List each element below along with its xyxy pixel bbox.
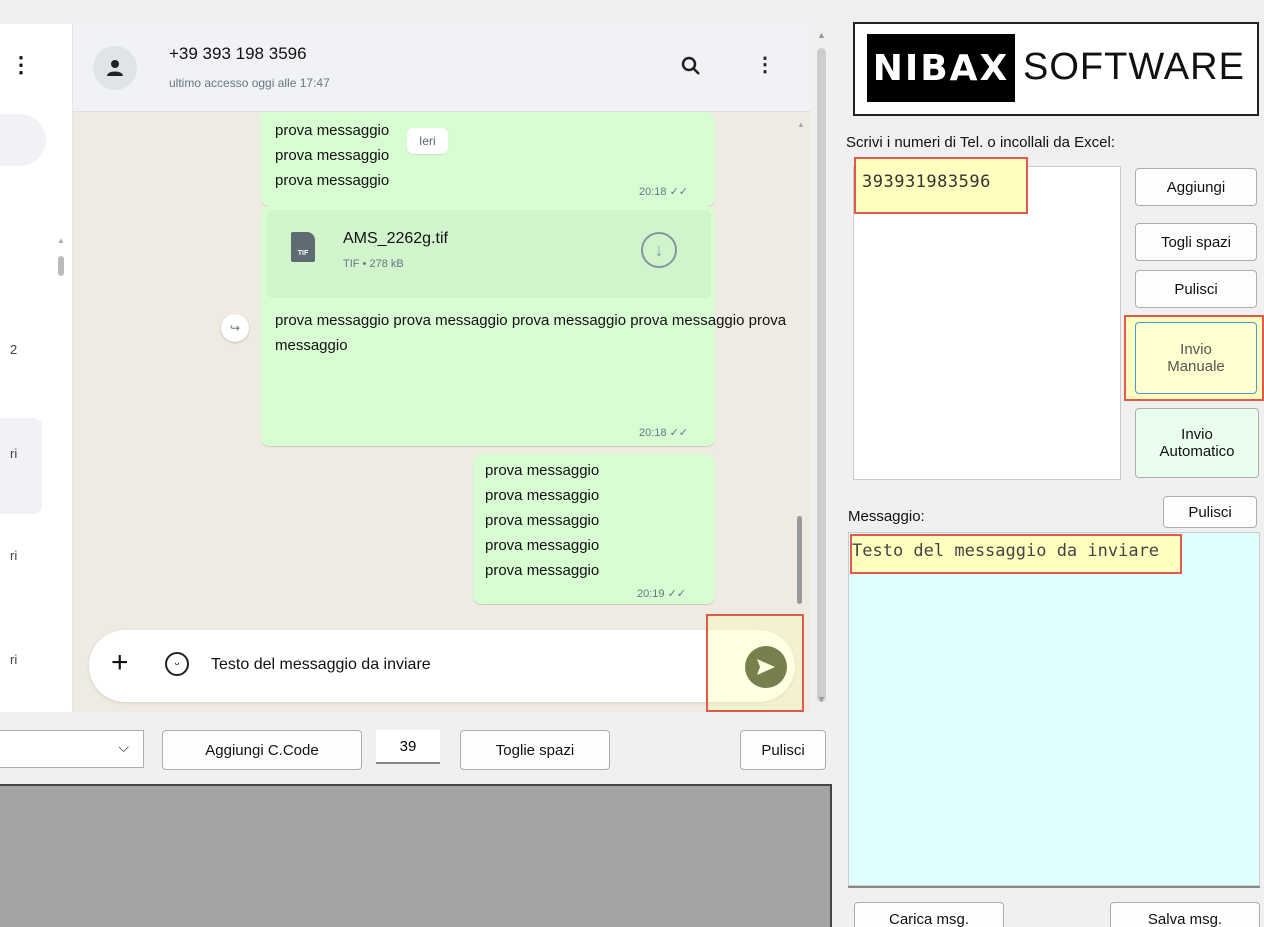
divider xyxy=(848,886,1260,888)
add-button[interactable]: Aggiungi xyxy=(1135,168,1257,206)
country-dropdown[interactable]: ⌵ xyxy=(0,730,144,768)
logo-mark: NIBAX xyxy=(867,34,1015,102)
double-check-icon: ✓✓ xyxy=(669,186,689,198)
double-check-icon: ✓✓ xyxy=(667,588,687,600)
message-text: prova messaggio xyxy=(485,487,600,504)
clear-numbers-button[interactable]: Pulisci xyxy=(1135,270,1257,308)
log-area xyxy=(0,784,832,927)
chat-list-snippet: ri xyxy=(10,548,18,563)
auto-send-line1: Invio xyxy=(1181,426,1213,443)
message-text: prova messaggio xyxy=(485,537,600,554)
menu-icon[interactable]: ⋮ xyxy=(10,52,32,78)
add-country-code-button[interactable]: Aggiungi C.Code xyxy=(162,730,362,770)
scrollbar-thumb[interactable] xyxy=(817,48,826,702)
remove-spaces-button[interactable]: Togli spazi xyxy=(1135,223,1257,261)
chat-list-snippet: 2 xyxy=(10,342,18,357)
person-icon xyxy=(107,60,123,76)
avatar[interactable] xyxy=(93,46,137,90)
manual-send-line1: Invio xyxy=(1180,341,1212,358)
scroll-down-arrow[interactable]: ▼ xyxy=(817,694,826,704)
message-text: prova messaggio xyxy=(485,512,600,529)
scrollbar-thumb[interactable] xyxy=(797,516,802,604)
numbers-label: Scrivi i numeri di Tel. o incollali da E… xyxy=(846,134,1115,151)
message-text: prova messaggio xyxy=(275,147,390,164)
phone-number-entry[interactable]: 393931983596 xyxy=(862,172,991,192)
message-label: Messaggio: xyxy=(848,508,925,525)
message-bubble[interactable]: prova messaggio prova messaggio prova me… xyxy=(473,454,715,604)
file-name: AMS_2262g.tif xyxy=(343,230,448,247)
clear-message-button[interactable]: Pulisci xyxy=(1163,496,1257,528)
scroll-up-arrow[interactable]: ▲ xyxy=(57,236,65,245)
auto-send-line2: Automatico xyxy=(1159,443,1235,460)
chevron-down-icon: ⌵ xyxy=(118,739,129,755)
chat-list-item-selected[interactable] xyxy=(0,418,42,514)
message-text: prova messaggio xyxy=(485,562,600,579)
message-text: prova messaggio xyxy=(275,122,390,139)
chat-list-scrollbar[interactable] xyxy=(58,256,64,276)
download-icon[interactable]: ↓ xyxy=(641,232,677,268)
last-seen: ultimo accesso oggi alle 17:47 xyxy=(169,76,330,90)
logo: NIBAX SOFTWARE xyxy=(853,22,1259,116)
message-text: prova messaggio xyxy=(511,312,627,329)
auto-send-button[interactable]: Invio Automatico xyxy=(1135,408,1259,478)
send-highlight xyxy=(706,614,804,712)
logo-text: SOFTWARE xyxy=(1023,46,1245,88)
message-bubble[interactable]: prova messaggio prova messaggio prova me… xyxy=(261,112,715,206)
remove-spaces-button[interactable]: Toglie spazi xyxy=(460,730,610,770)
date-chip: Ieri xyxy=(407,128,448,154)
outer-scrollbar[interactable]: ▲ ▼ xyxy=(812,24,832,712)
more-options-icon[interactable]: ⋮ xyxy=(755,52,775,77)
message-time: 20:18 xyxy=(639,427,667,439)
save-message-button[interactable]: Salva msg. xyxy=(1110,902,1260,927)
chat-list-snippet: ri xyxy=(10,446,18,461)
message-text: prova messaggio xyxy=(275,172,390,189)
manual-send-line2: Manuale xyxy=(1167,358,1225,375)
message-time: 20:19 xyxy=(637,588,665,600)
chat-list-snippet: ri xyxy=(10,652,18,667)
double-check-icon: ✓✓ xyxy=(669,427,689,439)
message-text-value: Testo del messaggio da inviare xyxy=(852,541,1160,561)
message-text: prova messaggio xyxy=(485,462,600,479)
attach-plus-icon[interactable]: + xyxy=(111,648,129,678)
message-text: prova messaggio xyxy=(393,312,508,329)
message-text: prova messaggio xyxy=(630,312,745,329)
file-attachment[interactable]: TIF AMS_2262g.tif TIF • 278 kB ↓ xyxy=(267,210,711,298)
scroll-up-arrow[interactable]: ▲ xyxy=(817,30,826,40)
forward-icon[interactable]: ↪ xyxy=(221,314,249,342)
country-code-input[interactable]: 39 xyxy=(376,730,440,764)
chat-pane: +39 393 198 3596 ultimo accesso oggi all… xyxy=(72,24,810,712)
chat-header: +39 393 198 3596 ultimo accesso oggi all… xyxy=(73,24,810,112)
sticker-icon[interactable]: ᵕ xyxy=(165,652,189,676)
clear-button[interactable]: Pulisci xyxy=(740,730,826,770)
file-meta: TIF • 278 kB xyxy=(343,258,404,270)
manual-send-button[interactable]: Invio Manuale xyxy=(1135,322,1257,394)
search-icon[interactable] xyxy=(681,56,701,82)
load-message-button[interactable]: Carica msg. xyxy=(854,902,1004,927)
message-input[interactable]: Testo del messaggio da inviare xyxy=(211,656,431,674)
message-time: 20:18 xyxy=(639,186,667,198)
message-textarea[interactable] xyxy=(848,532,1260,886)
contact-name[interactable]: +39 393 198 3596 xyxy=(169,44,307,64)
scroll-up-arrow[interactable]: ▲ xyxy=(797,120,805,129)
message-text: prova messaggio xyxy=(275,312,390,329)
message-input-bar: + ᵕ Testo del messaggio da inviare xyxy=(89,630,795,702)
file-icon: TIF xyxy=(291,232,315,262)
